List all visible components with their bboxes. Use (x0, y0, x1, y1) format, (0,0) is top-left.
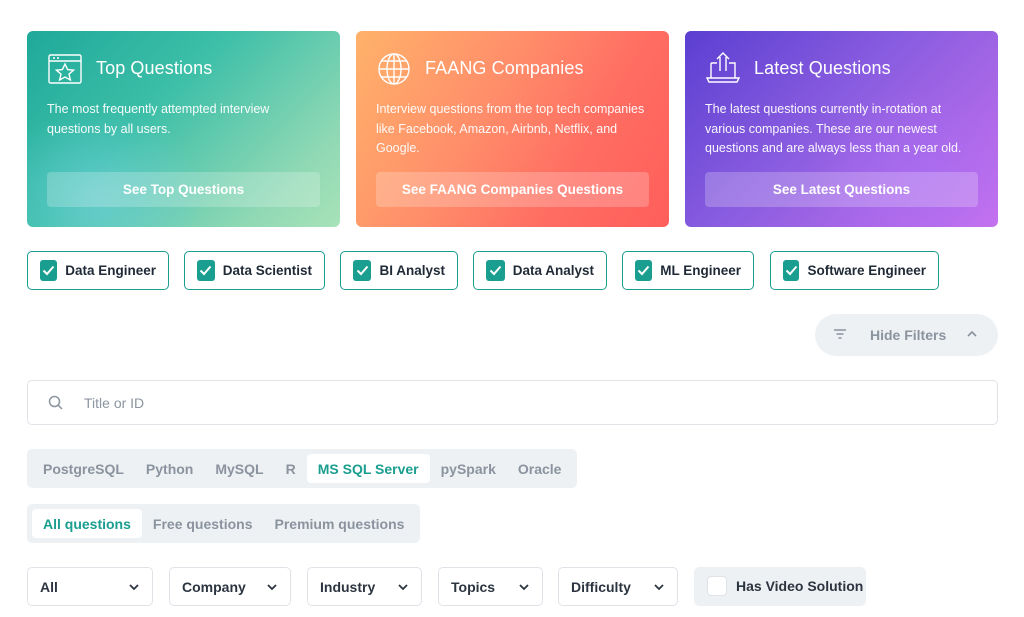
tab-free-questions[interactable]: Free questions (142, 509, 264, 538)
dropdown-label: All (40, 578, 58, 595)
dropdown-label: Company (182, 578, 246, 595)
tab-mysql[interactable]: MySQL (204, 454, 274, 483)
hide-filters-label: Hide Filters (870, 327, 947, 343)
chevron-down-icon (267, 584, 277, 591)
role-chip-label: ML Engineer (660, 263, 741, 278)
tab-oracle[interactable]: Oracle (507, 454, 573, 483)
role-chip-data-scientist[interactable]: Data Scientist (184, 251, 325, 290)
card-title: Top Questions (96, 58, 213, 78)
chevron-up-icon (967, 330, 977, 337)
card-title: Latest Questions (754, 58, 891, 78)
star-window-icon (48, 54, 82, 84)
has-video-solution-toggle[interactable]: Has Video Solution (694, 567, 866, 606)
see-top-questions-button[interactable]: See Top Questions (47, 172, 320, 207)
tab-r[interactable]: R (275, 454, 307, 483)
chevron-down-icon (654, 584, 664, 591)
chevron-down-icon (129, 584, 139, 591)
role-chip-software-engineer[interactable]: Software Engineer (770, 251, 939, 290)
hide-filters-button[interactable]: Hide Filters (815, 314, 998, 356)
role-chip-label: BI Analyst (379, 263, 445, 278)
checkbox-checked-icon[interactable] (783, 260, 800, 281)
latest-questions-card: Latest Questions The latest questions cu… (685, 31, 998, 227)
search-box (27, 380, 998, 425)
card-title: FAANG Companies (425, 58, 584, 78)
role-chip-data-analyst[interactable]: Data Analyst (473, 251, 607, 290)
role-chip-label: Data Scientist (222, 263, 312, 278)
dropdown-label: Industry (320, 578, 376, 595)
chevron-down-icon (398, 584, 408, 591)
dropdown-label: Difficulty (571, 578, 631, 595)
see-faang-questions-button[interactable]: See FAANG Companies Questions (376, 172, 649, 207)
access-tabs: All questions Free questions Premium que… (27, 504, 421, 543)
all-dropdown[interactable]: All (27, 567, 153, 606)
language-tabs: PostgreSQL Python MySQL R MS SQL Server … (27, 449, 578, 488)
role-chip-ml-engineer[interactable]: ML Engineer (622, 251, 754, 290)
role-chip-data-engineer[interactable]: Data Engineer (27, 251, 169, 290)
tab-python[interactable]: Python (135, 454, 204, 483)
checkbox-checked-icon[interactable] (40, 260, 58, 281)
role-chip-label: Data Engineer (65, 263, 156, 278)
see-latest-questions-button[interactable]: See Latest Questions (705, 172, 978, 207)
tab-all-questions[interactable]: All questions (32, 509, 142, 538)
role-chip-bi-analyst[interactable]: BI Analyst (340, 251, 458, 290)
tab-postgresql[interactable]: PostgreSQL (32, 454, 135, 483)
filter-icon (834, 329, 846, 339)
company-dropdown[interactable]: Company (169, 567, 291, 606)
laptop-upload-icon (705, 52, 741, 83)
checkbox-checked-icon[interactable] (353, 260, 372, 281)
top-questions-card: Top Questions The most frequently attemp… (27, 31, 340, 227)
checkbox-checked-icon[interactable] (486, 260, 505, 281)
topics-dropdown[interactable]: Topics (438, 567, 543, 606)
card-description: The most frequently attempted interview … (47, 102, 270, 136)
faang-companies-card: FAANG Companies Interview questions from… (356, 31, 669, 227)
chevron-down-icon (519, 584, 529, 591)
video-solution-checkbox[interactable] (707, 576, 727, 596)
search-icon (48, 395, 63, 410)
industry-dropdown[interactable]: Industry (307, 567, 422, 606)
difficulty-dropdown[interactable]: Difficulty (558, 567, 678, 606)
tab-pyspark[interactable]: pySpark (430, 454, 507, 483)
video-solution-label: Has Video Solution (736, 578, 864, 594)
globe-icon (378, 53, 410, 85)
checkbox-checked-icon[interactable] (197, 260, 215, 281)
dropdown-label: Topics (451, 578, 496, 595)
tab-premium-questions[interactable]: Premium questions (264, 509, 416, 538)
search-input[interactable] (84, 391, 964, 415)
card-description: Interview questions from the top tech co… (376, 102, 645, 155)
checkbox-checked-icon[interactable] (635, 260, 653, 281)
card-description: The latest questions currently in-rotati… (705, 102, 962, 155)
role-chip-label: Software Engineer (807, 263, 926, 278)
role-chip-label: Data Analyst (512, 263, 594, 278)
tab-ms-sql-server[interactable]: MS SQL Server (306, 454, 430, 483)
